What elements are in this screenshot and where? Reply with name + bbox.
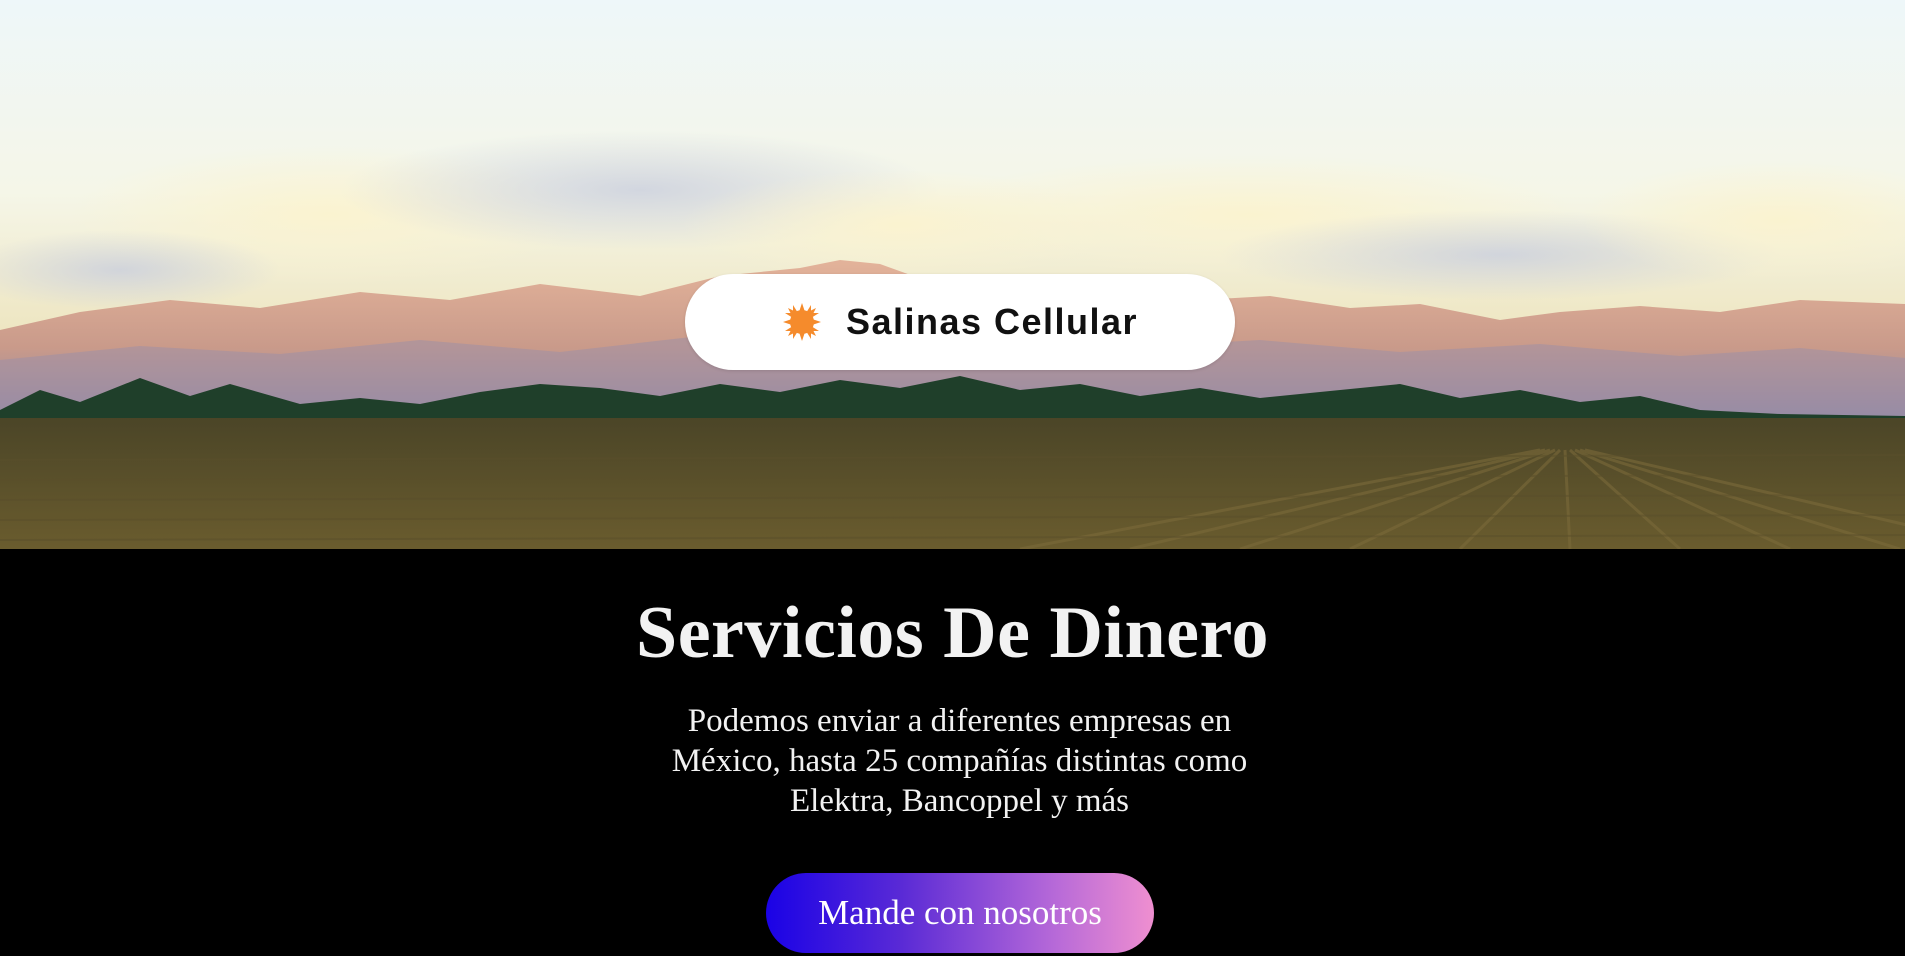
- money-services-section: Servicios De Dinero Podemos enviar a dif…: [0, 549, 1905, 956]
- brand-header[interactable]: Salinas Cellular: [685, 274, 1235, 370]
- section-title: Servicios De Dinero: [636, 592, 1269, 674]
- section-description: Podemos enviar a diferentes empresas en …: [671, 703, 1248, 819]
- sun-flower-icon: [782, 303, 821, 341]
- hero-banner: Salinas Cellular: [0, 0, 1905, 549]
- brand-name: Salinas Cellular: [845, 301, 1139, 342]
- page: Salinas Cellular Servicios De Dinero Pod…: [0, 0, 1905, 956]
- send-with-us-button[interactable]: Mande con nosotros: [766, 873, 1154, 953]
